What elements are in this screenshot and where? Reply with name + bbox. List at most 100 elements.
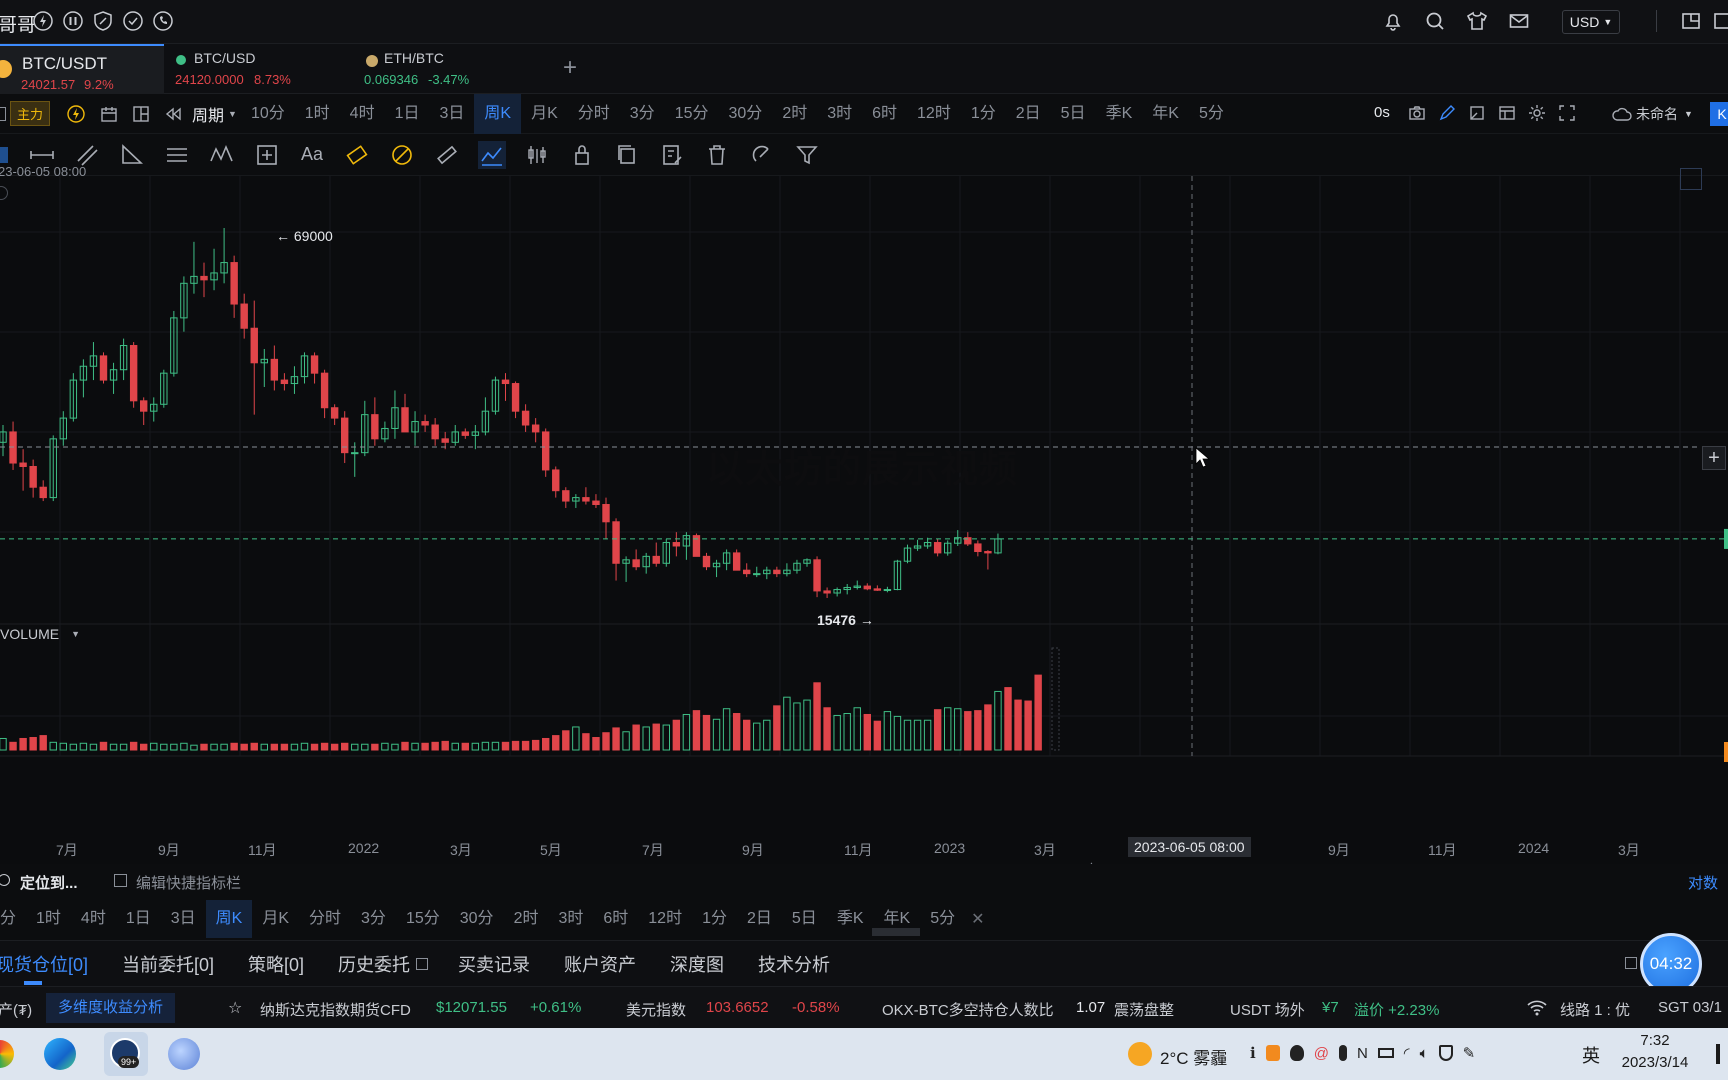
draw-rect-icon[interactable] xyxy=(1468,104,1486,122)
bottom-period-option[interactable]: 4时 xyxy=(71,900,116,938)
angle-icon[interactable] xyxy=(118,141,146,169)
add-order-line-button[interactable]: + xyxy=(1702,446,1726,470)
tab-trade-records[interactable]: 买卖记录 xyxy=(458,951,530,977)
info-icon[interactable]: ℹ xyxy=(1250,1044,1256,1062)
add-tab-button[interactable]: + xyxy=(563,54,577,82)
period-option[interactable]: 年K xyxy=(1142,94,1189,134)
period-option[interactable]: 分时 xyxy=(568,94,620,134)
close-icon[interactable]: ✕ xyxy=(971,909,984,929)
wave-pattern-icon[interactable] xyxy=(208,141,236,169)
pair-tab-btc-usdt[interactable]: BTC/USDT 24021.57 9.2% xyxy=(0,44,164,94)
period-option[interactable]: 月K xyxy=(521,94,568,134)
eraser-icon[interactable] xyxy=(388,141,416,169)
period-option[interactable]: 1分 xyxy=(961,94,1006,134)
k-badge[interactable]: K xyxy=(1710,102,1728,126)
bottom-period-option[interactable]: 月K xyxy=(252,900,299,938)
edit-indicators-button[interactable]: 编辑快捷指标栏 xyxy=(136,872,241,893)
microphone-icon[interactable] xyxy=(1338,1045,1347,1061)
tab-technical-analysis[interactable]: 技术分析 xyxy=(758,951,830,977)
expand-icon[interactable] xyxy=(1680,168,1702,190)
mail-icon[interactable] xyxy=(1508,10,1530,32)
layout-name-select[interactable]: 未命名 ▼ xyxy=(1612,104,1693,124)
measure-box-icon[interactable] xyxy=(253,141,281,169)
spiral-icon[interactable]: @ xyxy=(1314,1045,1329,1062)
period-option[interactable]: 15分 xyxy=(665,94,719,134)
multi-dim-analysis-button[interactable]: 多维度收益分析 xyxy=(46,993,176,1023)
tab-account-assets[interactable]: 账户资产 xyxy=(564,951,636,977)
trend-draw-icon[interactable] xyxy=(478,140,506,169)
flame-app-icon[interactable] xyxy=(1265,1045,1280,1061)
currency-select[interactable]: USD ▼ xyxy=(1562,10,1620,34)
bottom-period-option[interactable]: 3日 xyxy=(161,900,206,938)
settings-gear-icon[interactable] xyxy=(1528,104,1546,122)
bottom-period-option[interactable]: 3分 xyxy=(351,900,396,938)
bottom-period-option[interactable]: 分 xyxy=(0,900,26,938)
period-option[interactable]: 1日 xyxy=(385,94,430,134)
rewind-icon[interactable] xyxy=(164,105,182,123)
lock-icon[interactable] xyxy=(568,141,596,169)
period-option[interactable]: 3日 xyxy=(429,94,474,134)
magnet-icon[interactable] xyxy=(748,141,776,169)
tab-strategies[interactable]: 策略[0] xyxy=(248,951,304,977)
text-tool-icon[interactable]: Aa xyxy=(298,141,326,169)
pen-tray-icon[interactable]: ✎ xyxy=(1463,1044,1476,1062)
chart-area[interactable]: 23-06-05 08:00 + 以太坊的展示视频 ← 69000 15476 … xyxy=(0,164,1728,873)
volume-icon[interactable]: 🔈︎ xyxy=(1420,1045,1429,1062)
main-force-badge[interactable]: 主力 xyxy=(10,101,51,126)
tab-depth-chart[interactable]: 深度图 xyxy=(670,951,724,977)
panel-toggle-icon[interactable] xyxy=(0,106,6,121)
period-option[interactable]: 2日 xyxy=(1006,94,1051,134)
candles-icon[interactable] xyxy=(523,141,551,169)
period-option[interactable]: 30分 xyxy=(719,94,773,134)
search-icon[interactable] xyxy=(1424,10,1446,32)
bottom-period-option[interactable]: 12时 xyxy=(638,900,692,938)
pair-tab-btc-usd[interactable]: BTC/USD 24120.0000 8.73% xyxy=(164,44,350,94)
period-option[interactable]: 1时 xyxy=(295,94,340,134)
period-option[interactable]: 12时 xyxy=(907,94,961,134)
phone-circle-icon[interactable] xyxy=(152,10,174,32)
browser-app-icon[interactable] xyxy=(168,1038,200,1070)
nvidia-icon[interactable]: N xyxy=(1357,1045,1368,1062)
tab-open-orders[interactable]: 当前委托[0] xyxy=(122,951,214,977)
lightning-circle-icon[interactable] xyxy=(32,10,54,32)
lightning-icon[interactable] xyxy=(66,104,86,124)
edit-note-icon[interactable] xyxy=(658,141,686,169)
volume-indicator-label[interactable]: VOLUME ▼ xyxy=(0,626,80,642)
input-language[interactable]: 英 xyxy=(1582,1042,1600,1068)
bottom-period-option[interactable]: 季K xyxy=(827,900,874,938)
period-option[interactable]: 季K xyxy=(1096,94,1143,134)
weather-text[interactable]: 2°C 雾霾 xyxy=(1160,1044,1227,1069)
checkbox[interactable] xyxy=(1625,957,1637,969)
period-option[interactable]: 5日 xyxy=(1051,94,1096,134)
penguin-icon[interactable] xyxy=(1289,1045,1304,1061)
period-option[interactable]: 10分 xyxy=(241,94,295,134)
period-option[interactable]: 3分 xyxy=(620,94,665,134)
period-option[interactable]: 4时 xyxy=(340,94,385,134)
window-layout-icon[interactable] xyxy=(1680,10,1702,32)
calendar-icon[interactable] xyxy=(100,105,118,123)
pen-icon[interactable] xyxy=(1438,104,1456,122)
bottom-period-option[interactable]: 1日 xyxy=(116,900,161,938)
bottom-period-option[interactable]: 1分 xyxy=(692,900,737,938)
period-option[interactable]: 周K xyxy=(474,93,522,134)
bell-icon[interactable] xyxy=(1382,10,1404,32)
pin-icon[interactable]: ☆ xyxy=(228,998,242,1018)
period-option[interactable]: 6时 xyxy=(862,94,907,134)
bottom-period-option[interactable]: 5分 xyxy=(920,900,965,938)
bottom-period-option[interactable]: 3时 xyxy=(548,900,593,938)
shield-icon[interactable] xyxy=(1438,1045,1453,1061)
bottom-period-option[interactable]: 6时 xyxy=(593,900,638,938)
bottom-period-option[interactable]: 2时 xyxy=(504,900,549,938)
wifi-tray-icon[interactable]: ◜ xyxy=(1404,1044,1410,1062)
bottom-period-option[interactable]: 2日 xyxy=(737,900,782,938)
grid-layout-icon[interactable] xyxy=(132,105,150,123)
shirt-icon[interactable] xyxy=(1466,10,1488,32)
pair-tab-eth-btc[interactable]: ETH/BTC 0.069346 -3.47% xyxy=(350,44,550,94)
edge-browser-icon[interactable] xyxy=(44,1038,76,1070)
template-icon[interactable] xyxy=(1498,104,1516,122)
tab-order-history[interactable]: 历史委托 xyxy=(338,951,410,977)
filter-icon[interactable] xyxy=(793,141,821,169)
battery-icon[interactable] xyxy=(1377,1048,1394,1058)
cycle-select[interactable]: 周期 xyxy=(192,102,224,126)
ruler-icon[interactable] xyxy=(433,141,461,169)
